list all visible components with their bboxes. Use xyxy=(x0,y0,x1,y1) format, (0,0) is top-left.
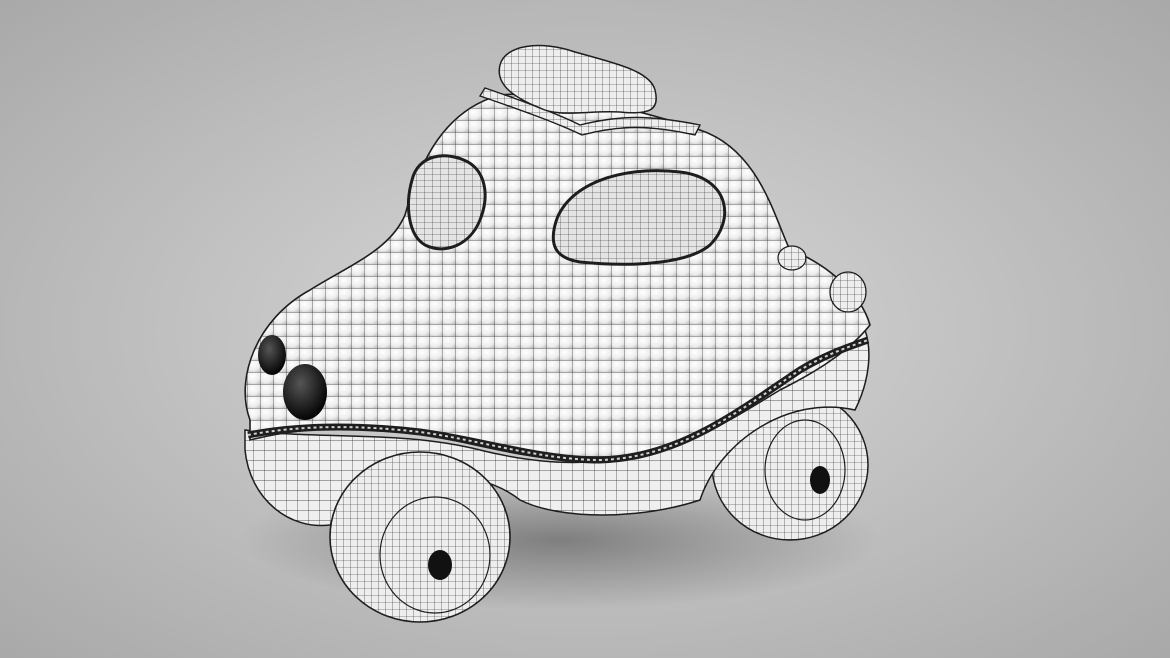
front-hub xyxy=(428,550,452,580)
render-viewport xyxy=(0,0,1170,658)
rear-fender-bump xyxy=(777,245,807,271)
rear-hub xyxy=(810,466,830,494)
headlight-right xyxy=(283,364,327,420)
rear-light xyxy=(829,271,867,313)
headlight-left xyxy=(258,335,286,375)
front-wheel xyxy=(329,451,511,623)
